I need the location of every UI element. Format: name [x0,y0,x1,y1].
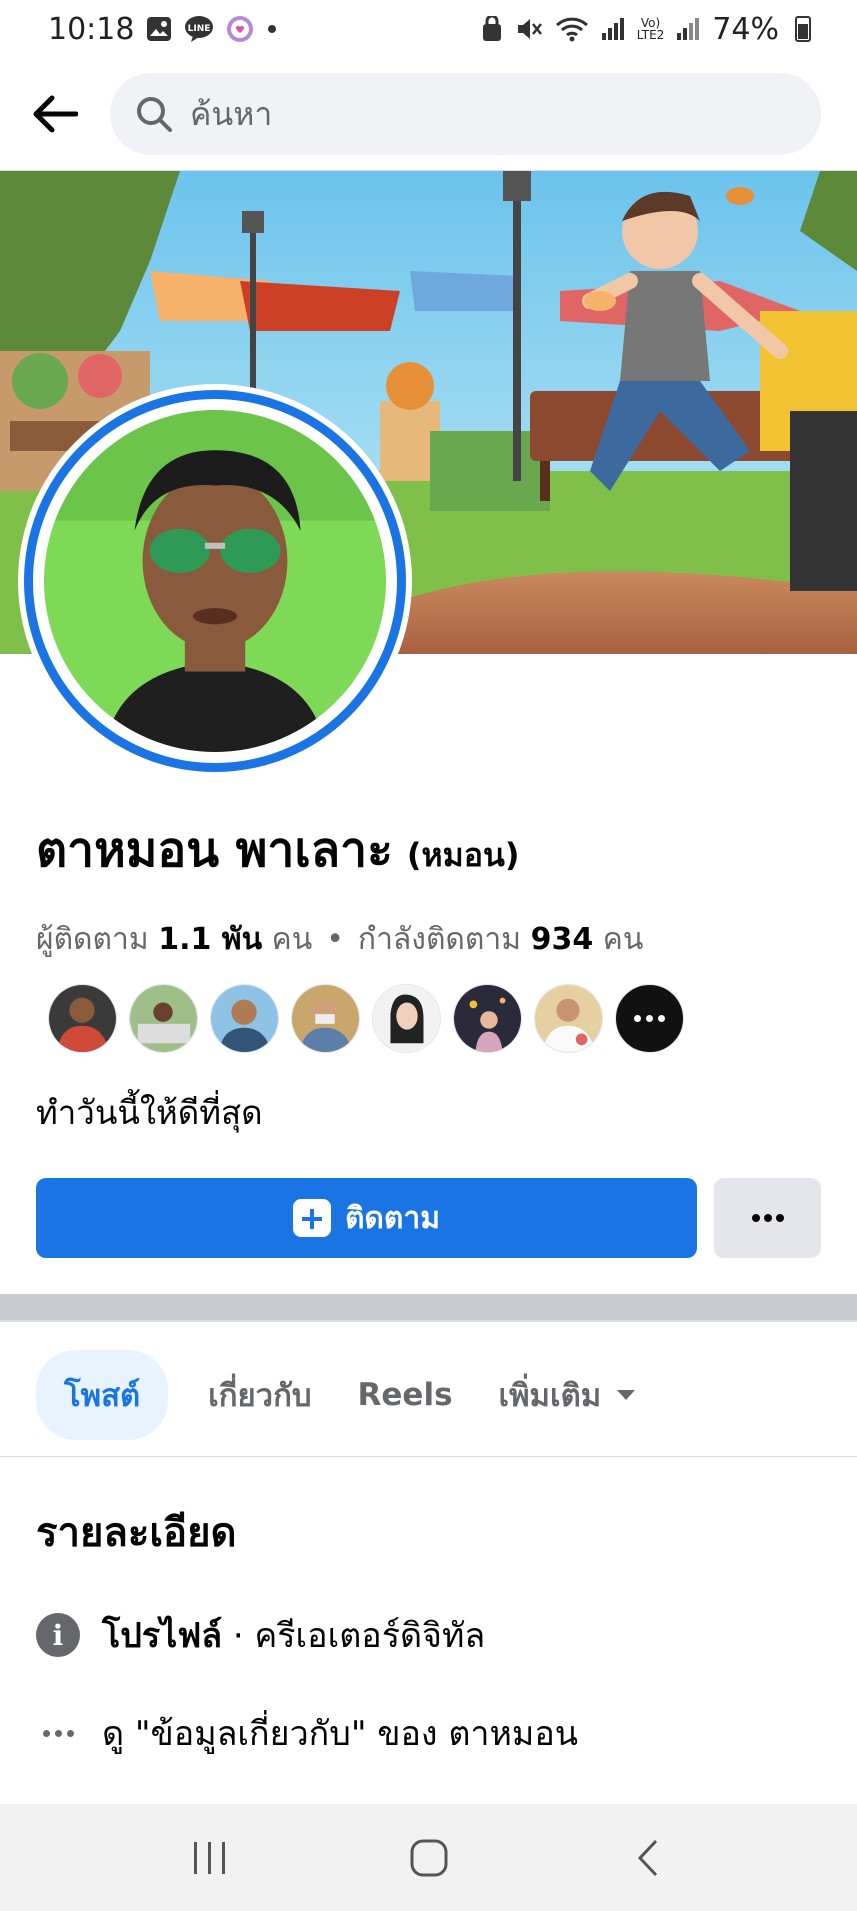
detail-see-about[interactable]: ดู "ข้อมูลเกี่ยวกับ" ของ ตาหมอน [36,1706,578,1760]
profile-tabs: โพสต์ เกี่ยวกับ Reels เพิ่มเติม [36,1350,637,1440]
status-right: Vo) LTE2 74% [481,12,811,47]
tabs-divider [0,1456,857,1457]
tab-more[interactable]: เพิ่มเติม [499,1370,638,1420]
more-dots-icon [36,1729,80,1737]
detail-profile-type: i โปรไฟล์ · ครีเอเตอร์ดิจิทัล [36,1608,485,1662]
followers-link[interactable]: ผู้ติดตาม 1.1 พัน คน [36,916,312,963]
more-dot [646,1015,653,1022]
more-dot [658,1015,665,1022]
friend-avatar[interactable] [453,984,522,1053]
line-app-icon: LINE [184,15,214,43]
system-back-button[interactable] [608,1828,688,1888]
wifi-icon [555,16,589,42]
follow-plus-icon [292,1199,331,1237]
tab-more-label: เพิ่มเติม [498,1378,602,1414]
system-navigation-bar [0,1804,857,1911]
follow-button-label: ติดตาม [344,1200,441,1236]
profile-type-label: โปรไฟล์ [102,1616,223,1656]
profile-name-row: ตาหมอน พาเลาะ (หมอน) [36,812,519,888]
more-friends-button[interactable] [615,984,684,1053]
friend-avatar[interactable] [372,984,441,1053]
following-unit: คน [602,922,644,957]
profile-type-text: โปรไฟล์ · ครีเอเตอร์ดิจิทัล [102,1608,485,1662]
friend-avatar[interactable] [534,984,603,1053]
notification-dot-icon [266,23,278,35]
lte-label: LTE2 [636,28,665,42]
svg-text:LINE: LINE [188,24,211,34]
status-time: 10:18 [48,11,135,47]
profile-type-category: · ครีเอเตอร์ดิจิทัล [222,1616,486,1656]
caret-down-icon [617,1390,636,1400]
info-icon: i [36,1613,80,1657]
battery-icon [795,16,811,42]
following-count: 934 [530,922,594,957]
friend-avatar[interactable] [210,984,279,1053]
followers-count: 1.1 พัน [158,922,263,957]
top-app-bar: ค้นหา [0,58,857,170]
recent-apps-icon [193,1841,225,1874]
followers-unit: คน [271,922,313,957]
search-icon [137,97,172,132]
recent-apps-button[interactable] [170,1828,250,1888]
tab-reels-label: Reels [357,1377,453,1413]
messenger-app-icon [226,15,254,43]
section-separator [0,1294,857,1322]
back-button[interactable] [28,88,80,140]
status-left: 10:18 LINE [48,12,278,47]
ellipsis-icon [751,1214,784,1222]
following-link[interactable]: กำลังติดตาม 934 คน [358,916,643,963]
avatar-photo [44,410,386,752]
status-bar: 10:18 LINE Vo) LTE2 74% [0,0,857,58]
gallery-icon [146,16,172,42]
follow-stats: ผู้ติดตาม 1.1 พัน คน • กำลังติดตาม 934 ค… [36,916,643,963]
volte-icon: Vo) LTE2 [637,17,665,41]
stats-separator: • [326,922,344,957]
friend-avatars [48,984,684,1053]
followers-label: ผู้ติดตาม [36,922,149,957]
profile-bio: ทำวันนี้ให้ดีที่สุด [36,1093,263,1132]
tab-about[interactable]: เกี่ยวกับ [208,1370,311,1420]
tab-about-label: เกี่ยวกับ [208,1378,312,1414]
more-options-button[interactable] [714,1178,821,1258]
tab-reels[interactable]: Reels [358,1377,453,1413]
home-icon [410,1839,447,1876]
search-input[interactable]: ค้นหา [110,73,821,155]
profile-name: ตาหมอน พาเลาะ [36,822,393,878]
avatar-portrait [44,410,386,752]
tab-posts[interactable]: โพสต์ [36,1350,169,1440]
battery-percent: 74% [712,11,779,47]
friend-avatar[interactable] [48,984,117,1053]
tab-posts-label: โพสต์ [64,1378,141,1414]
friend-avatar[interactable] [291,984,360,1053]
avatar-story-ring [24,390,406,772]
profile-avatar[interactable] [18,384,412,778]
more-dot [634,1015,641,1022]
following-label: กำลังติดตาม [357,922,522,957]
signal-icon [601,17,625,41]
see-about-text: ดู "ข้อมูลเกี่ยวกับ" ของ ตาหมอน [102,1714,578,1754]
details-heading: รายละเอียด [36,1510,237,1556]
profile-nickname: (หมอน) [406,836,520,874]
home-button[interactable] [389,1828,469,1888]
friend-avatar[interactable] [129,984,198,1053]
recycle-lock-icon [481,16,503,42]
mute-icon [515,16,543,42]
chevron-left-icon [637,1839,657,1876]
search-placeholder: ค้นหา [190,94,273,133]
signal-2-icon [676,17,700,41]
follow-button[interactable]: ติดตาม [36,1178,697,1258]
back-arrow-icon [33,95,78,133]
